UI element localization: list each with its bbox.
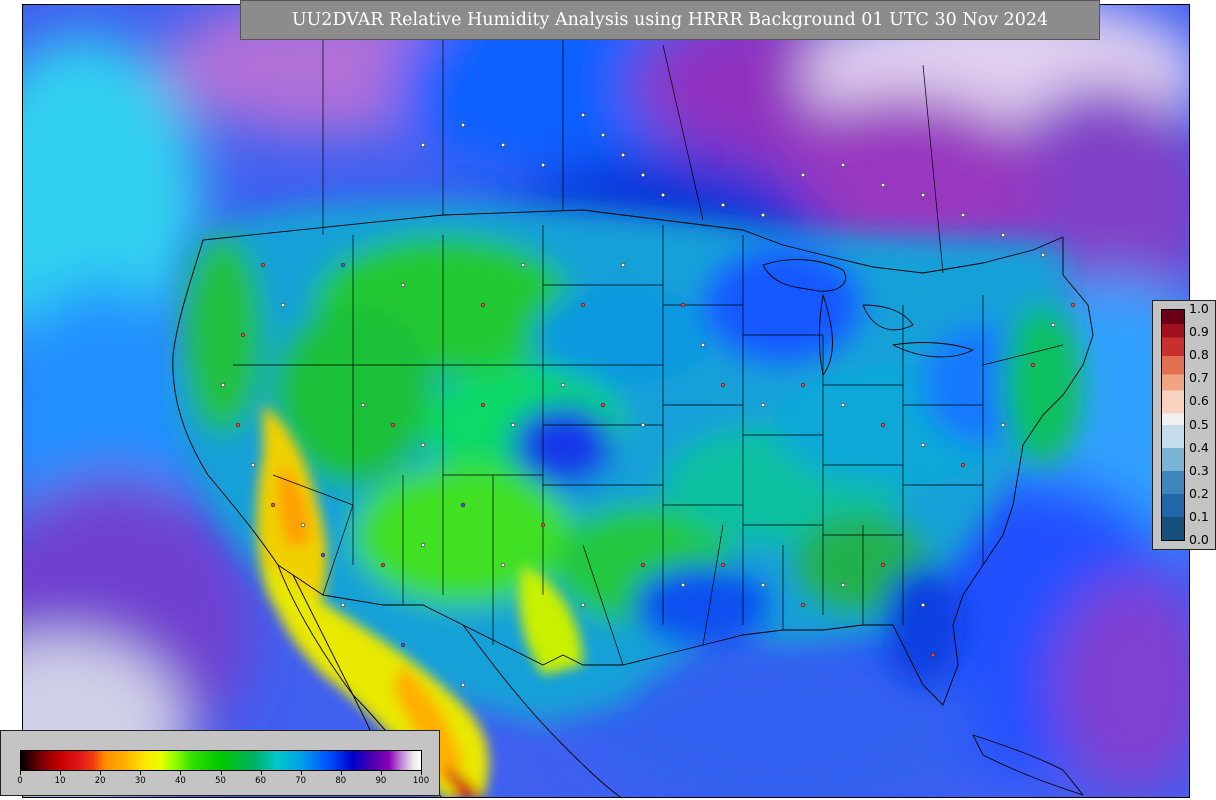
error-tick-label: 0.8 bbox=[1189, 347, 1209, 363]
error-tick-label: 1.0 bbox=[1189, 301, 1209, 316]
error-tick-label: 0.7 bbox=[1189, 370, 1209, 386]
humidity-tick-mark bbox=[220, 771, 222, 775]
humidity-tick-mark bbox=[20, 771, 21, 775]
humidity-tick-label: 30 bbox=[134, 776, 146, 786]
error-tick-label: 0.3 bbox=[1189, 462, 1209, 478]
error-colorbar: 1.0 0.9 0.8 0.7 0.6 0.5 0.4 0.3 0.2 0.1 0.0 bbox=[1152, 300, 1216, 550]
humidity-tick-label: 20 bbox=[94, 776, 106, 786]
error-tick-label: 0.4 bbox=[1189, 439, 1209, 455]
humidity-tick-mark bbox=[140, 771, 142, 775]
humidity-tick-mark bbox=[421, 771, 422, 775]
humidity-colorbar-gradient bbox=[20, 750, 422, 771]
humidity-tick-mark bbox=[300, 771, 302, 775]
error-tick-label: 0.0 bbox=[1189, 532, 1209, 547]
error-tick-label: 0.5 bbox=[1189, 416, 1209, 432]
humidity-tick-mark bbox=[260, 771, 262, 775]
humidity-tick-label: 10 bbox=[54, 776, 66, 786]
humidity-tick-mark bbox=[340, 771, 342, 775]
error-tick-label: 0.9 bbox=[1189, 324, 1209, 340]
humidity-tick-mark bbox=[60, 771, 62, 775]
error-tick-label: 0.1 bbox=[1189, 508, 1209, 524]
humidity-map bbox=[23, 5, 1189, 797]
page-title: UU2DVAR Relative Humidity Analysis using… bbox=[240, 0, 1100, 40]
humidity-colorbar: 0 10 20 30 40 50 60 70 80 90 100 bbox=[0, 730, 440, 796]
humidity-tick-label: 0 bbox=[17, 776, 23, 786]
humidity-tick-mark bbox=[100, 771, 102, 775]
error-colorbar-gradient bbox=[1161, 309, 1185, 541]
map-panel[interactable] bbox=[22, 4, 1190, 798]
humidity-tick-label: 100 bbox=[412, 776, 430, 786]
humidity-tick-label: 70 bbox=[295, 776, 307, 786]
humidity-tick-label: 80 bbox=[335, 776, 347, 786]
humidity-tick-label: 50 bbox=[215, 776, 226, 786]
error-tick-label: 0.2 bbox=[1189, 485, 1209, 501]
humidity-tick-label: 60 bbox=[255, 776, 266, 786]
humidity-tick-label: 90 bbox=[375, 776, 387, 786]
humidity-tick-mark bbox=[180, 771, 182, 775]
error-tick-label: 0.6 bbox=[1189, 393, 1209, 409]
humidity-tick-label: 40 bbox=[174, 776, 186, 786]
humidity-tick-mark bbox=[380, 771, 382, 775]
